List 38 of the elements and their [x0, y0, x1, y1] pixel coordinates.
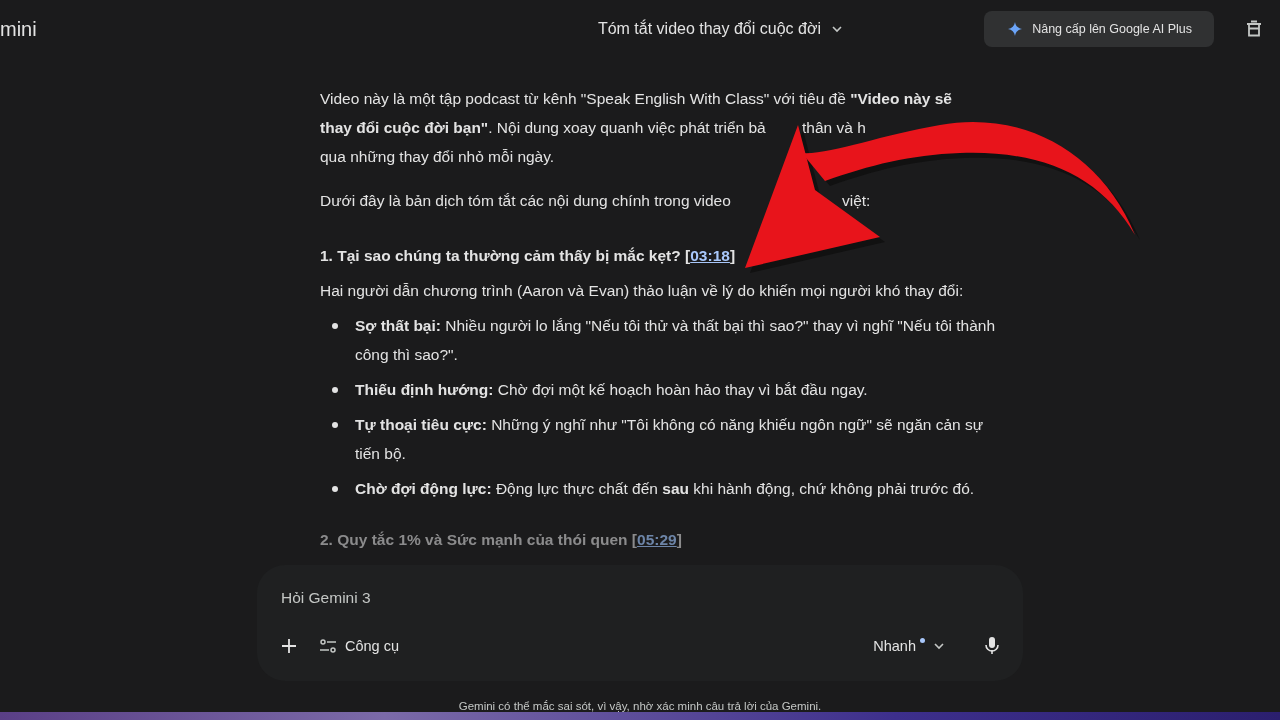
prompt-box[interactable]: Hỏi Gemini 3 Công cụ Nhanh [257, 565, 1023, 681]
chevron-down-icon [830, 23, 843, 35]
chat-title-dropdown[interactable]: Tóm tắt video thay đổi cuộc đời [591, 19, 849, 39]
sparkle-icon [1008, 22, 1023, 36]
bullet-text: Thiếu định hướng: Chờ đợi một kế hoạch hoàn hảo thay vì bắt đầu ngay. [355, 380, 868, 400]
bullet-text: Tự thoại tiêu cực: Những ý nghĩ như "Tôi không có năng khiếu ngôn ngữ" sẽ ngăn cản sự tiến bộ. [355, 415, 985, 464]
bracket: ] [676, 531, 682, 548]
bracket: [ [685, 247, 691, 264]
disclaimer-text: Gemini có thể mắc sai sót, vì vậy, nhờ xác minh câu trả lời của Gemini. [458, 699, 822, 713]
mode-dropdown[interactable]: Nhanh [873, 638, 945, 654]
section-heading: 2. Quy tắc 1% và Sức mạnh của thói quen [320, 531, 628, 548]
plus-icon[interactable] [281, 638, 297, 654]
microphone-icon[interactable] [985, 637, 999, 655]
timestamp-link[interactable]: 05:29 [637, 531, 677, 548]
bullet-dot [332, 422, 338, 428]
paragraph-text-fragment: thân và h [802, 118, 866, 138]
upgrade-button[interactable]: Nâng cấp lên Google AI Plus [984, 11, 1214, 47]
paragraph-text-fragment: Video này là một tập podcast từ kênh "Speak English With Class" với tiêu đề "Video này sẽ [320, 89, 952, 109]
bracket: [ [631, 531, 638, 548]
sliders-icon [319, 638, 337, 654]
bullet-dot [332, 323, 338, 329]
timestamp-link[interactable]: 03:18 [690, 247, 730, 264]
trash-icon[interactable] [1244, 19, 1264, 39]
bullet-text: Chờ đợi động lực: Động lực thực chất đến sau khi hành động, chứ không phải trước đó. [355, 479, 975, 499]
app-name: mini [0, 17, 37, 41]
paragraph-text-fragment: qua những thay đổi nhỏ mỗi ngày. [320, 147, 555, 167]
bullet-dot [332, 486, 338, 492]
chevron-down-icon [933, 640, 945, 652]
paragraph-text: Hai người dẫn chương trình (Aaron và Evan) thảo luận về lý do khiến mọi người khó thay đổi: [320, 281, 965, 301]
paragraph-text-fragment: thay đổi cuộc đời bạn". Nội dung xoay quanh việc phát triển bả [320, 118, 767, 138]
section-heading: 1. Tại sao chúng ta thường cảm thấy bị mắc kẹt? [320, 247, 681, 264]
paragraph-text-fragment: việt: [842, 191, 871, 211]
tools-button[interactable]: Công cụ [319, 638, 399, 654]
prompt-input[interactable]: Hỏi Gemini 3 [281, 587, 999, 609]
paragraph-text-fragment: Dưới đây là bản dịch tóm tắt các nội dung chính trong video [320, 191, 732, 211]
bullet-text: Sợ thất bại: Nhiều người lo lắng "Nếu tôi thử và thất bại thì sao?" thay vì nghĩ "Nếu tôi thành công thì sao?". [355, 316, 997, 365]
bullet-dot [332, 387, 338, 393]
bracket: ] [729, 247, 736, 264]
